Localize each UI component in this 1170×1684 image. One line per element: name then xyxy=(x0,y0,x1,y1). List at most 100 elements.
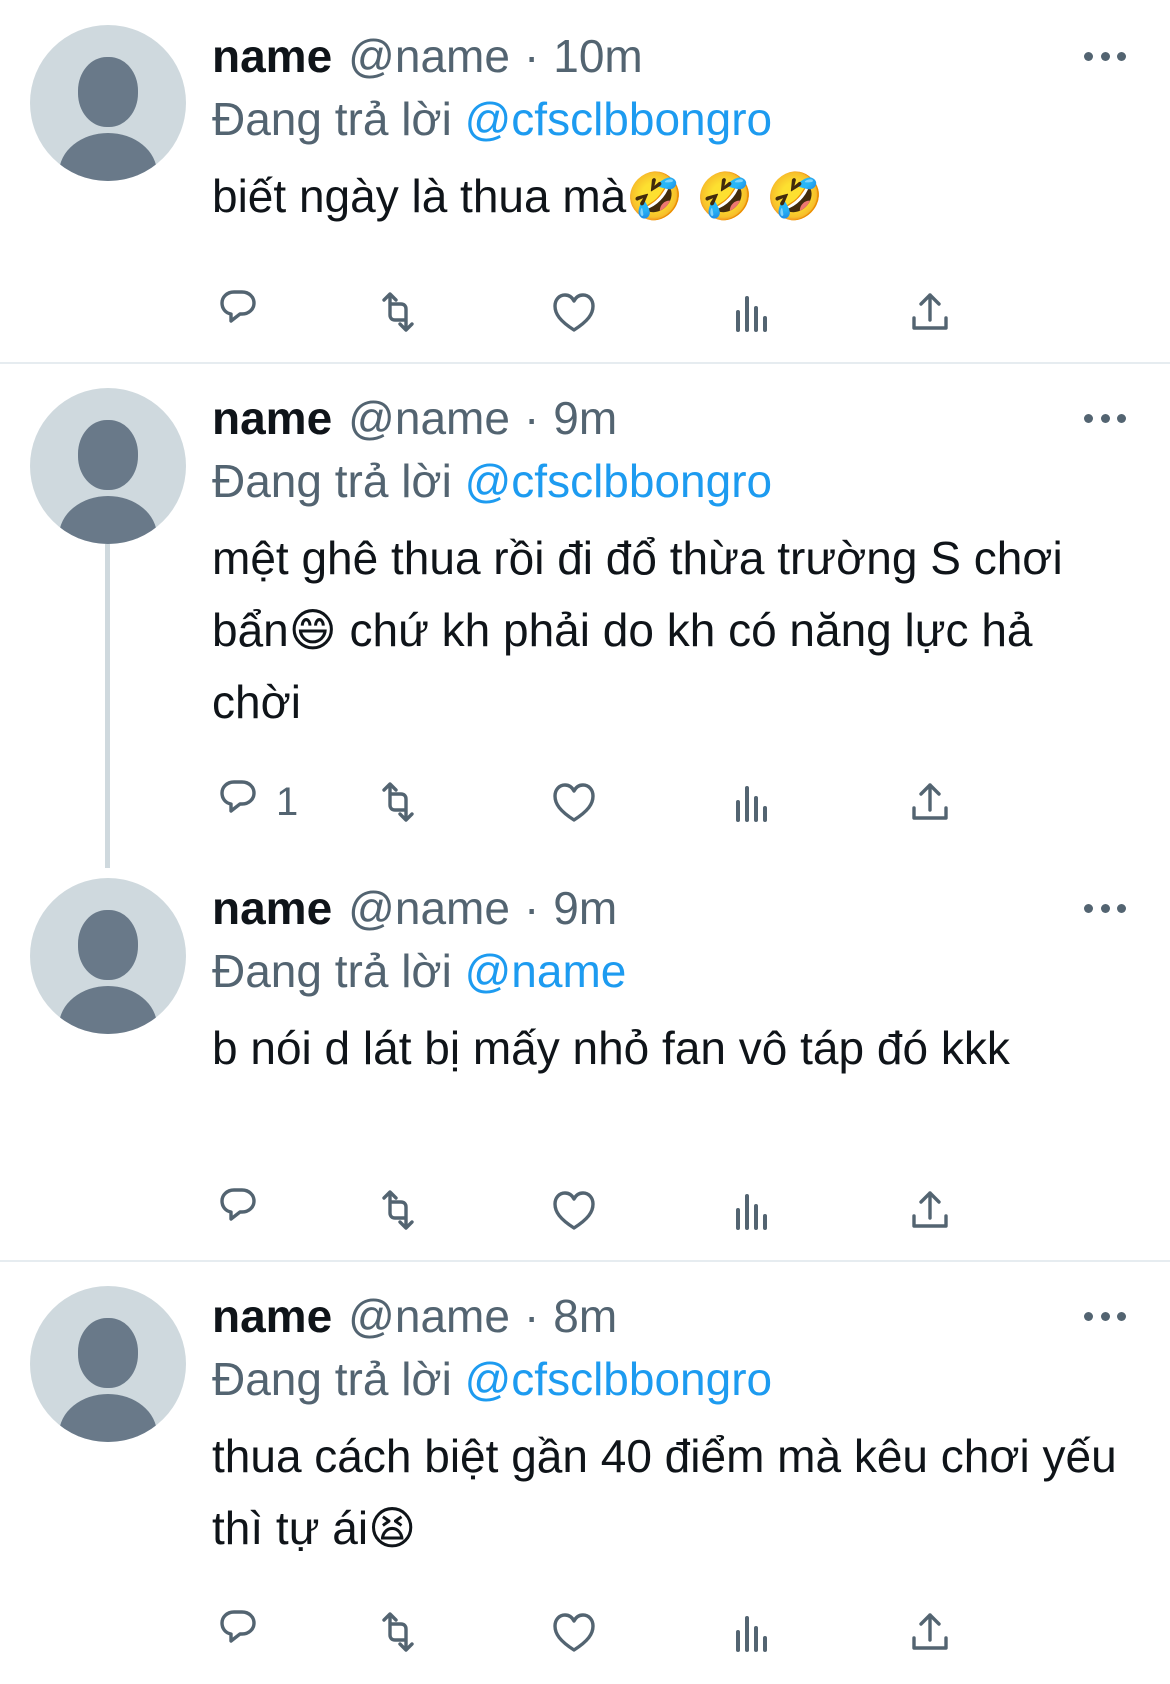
more-options-icon[interactable] xyxy=(1080,1298,1130,1334)
display-name[interactable]: name xyxy=(212,386,332,450)
tweet-3[interactable]: name @name · 9m Đang trả lời @name b nói… xyxy=(0,854,1170,1262)
retweet-button[interactable] xyxy=(372,772,424,832)
tweet-content: name @name · 8m Đang trả lời @cfsclbbong… xyxy=(212,1284,1130,1564)
thread-connector-line xyxy=(105,544,110,868)
retweet-button[interactable] xyxy=(372,282,424,342)
user-handle[interactable]: @name xyxy=(348,876,510,940)
more-options-icon[interactable] xyxy=(1080,400,1130,436)
tweet-content: name @name · 10m Đang trả lời @cfsclbbon… xyxy=(212,24,1130,232)
like-icon xyxy=(553,1191,595,1230)
reply-button[interactable] xyxy=(212,1602,264,1662)
avatar-body xyxy=(59,133,157,181)
display-name[interactable]: name xyxy=(212,876,332,940)
like-button[interactable] xyxy=(548,282,600,342)
more-options-icon[interactable] xyxy=(1080,890,1130,926)
share-button[interactable] xyxy=(904,282,956,342)
replying-to: Đang trả lời @cfsclbbongro xyxy=(212,1348,1130,1410)
like-icon xyxy=(553,783,595,822)
share-icon xyxy=(912,293,948,330)
timestamp[interactable]: 8m xyxy=(553,1284,617,1348)
tweet-header: name @name · 8m xyxy=(212,1284,1130,1348)
retweet-icon xyxy=(382,292,414,332)
like-button[interactable] xyxy=(548,772,600,832)
avatar-head xyxy=(78,910,138,980)
tweet-content: name @name · 9m Đang trả lời @cfsclbbong… xyxy=(212,386,1130,738)
avatar[interactable] xyxy=(30,1286,186,1442)
tweet-actions: 1 xyxy=(212,772,1032,832)
user-handle[interactable]: @name xyxy=(348,1284,510,1348)
analytics-button[interactable] xyxy=(726,1602,778,1662)
tweet-text: thua cách biệt gần 40 điểm mà kêu chơi y… xyxy=(212,1430,1130,1554)
reply-count: 1 xyxy=(276,779,299,824)
tweet-actions xyxy=(212,1180,1032,1240)
avatar-head xyxy=(78,1318,138,1388)
user-handle[interactable]: @name xyxy=(348,24,510,88)
tweet-4[interactable]: name @name · 8m Đang trả lời @cfsclbbong… xyxy=(0,1262,1170,1684)
reply-icon xyxy=(220,290,256,323)
analytics-icon xyxy=(736,1616,767,1652)
tweet-text: biết ngày là thua mà🤣 🤣 🤣 xyxy=(212,170,824,222)
tweet-feed: name @name · 10m Đang trả lời @cfsclbbon… xyxy=(0,0,1170,1684)
share-button[interactable] xyxy=(904,772,956,832)
separator-dot: · xyxy=(523,882,540,934)
retweet-icon xyxy=(382,1190,414,1230)
tweet-header: name @name · 9m xyxy=(212,876,1130,940)
tweet-text: mệt ghê thua rồi đi đổ thừa trường S chơ… xyxy=(212,532,1076,728)
tweet-header: name @name · 9m xyxy=(212,386,1130,450)
tweet-actions xyxy=(212,282,1032,342)
more-options-icon[interactable] xyxy=(1080,38,1130,74)
timestamp[interactable]: 10m xyxy=(553,24,642,88)
avatar[interactable] xyxy=(30,878,186,1034)
share-button[interactable] xyxy=(904,1180,956,1240)
reply-to-link[interactable]: @cfsclbbongro xyxy=(465,1353,773,1405)
reply-to-link[interactable]: @name xyxy=(465,945,627,997)
display-name[interactable]: name xyxy=(212,24,332,88)
retweet-icon xyxy=(382,1612,414,1652)
retweet-button[interactable] xyxy=(372,1180,424,1240)
avatar-head xyxy=(78,420,138,490)
replying-to: Đang trả lời @cfsclbbongro xyxy=(212,88,1130,150)
analytics-button[interactable] xyxy=(726,772,778,832)
analytics-icon xyxy=(736,296,767,332)
avatar-body xyxy=(59,1394,157,1442)
like-button[interactable] xyxy=(548,1180,600,1240)
separator-dot: · xyxy=(523,1290,540,1342)
like-button[interactable] xyxy=(548,1602,600,1662)
like-icon xyxy=(553,1613,595,1652)
analytics-button[interactable] xyxy=(726,282,778,342)
share-button[interactable] xyxy=(904,1602,956,1662)
tweet-actions xyxy=(212,1602,1032,1662)
tweet-text: b nói d lát bị mấy nhỏ fan vô táp đó kkk xyxy=(212,1022,1010,1074)
tweet-1[interactable]: name @name · 10m Đang trả lời @cfsclbbon… xyxy=(0,0,1170,364)
tweet-2[interactable]: name @name · 9m Đang trả lời @cfsclbbong… xyxy=(0,364,1170,868)
analytics-icon xyxy=(736,786,767,822)
avatar[interactable] xyxy=(30,388,186,544)
retweet-icon xyxy=(382,782,414,822)
reply-prefix: Đang trả lời xyxy=(212,945,452,997)
replying-to: Đang trả lời @cfsclbbongro xyxy=(212,450,1130,512)
like-icon xyxy=(553,293,595,332)
reply-button[interactable]: 1 xyxy=(212,772,298,832)
reply-prefix: Đang trả lời xyxy=(212,93,452,145)
avatar-body xyxy=(59,496,157,544)
separator-dot: · xyxy=(523,392,540,444)
reply-button[interactable] xyxy=(212,1180,264,1240)
user-handle[interactable]: @name xyxy=(348,386,510,450)
reply-icon xyxy=(220,1610,256,1643)
timestamp[interactable]: 9m xyxy=(553,386,617,450)
timestamp[interactable]: 9m xyxy=(553,876,617,940)
display-name[interactable]: name xyxy=(212,1284,332,1348)
reply-icon xyxy=(220,780,256,813)
avatar[interactable] xyxy=(30,25,186,181)
retweet-button[interactable] xyxy=(372,1602,424,1662)
share-icon xyxy=(912,783,948,820)
analytics-icon xyxy=(736,1194,767,1230)
reply-button[interactable] xyxy=(212,282,264,342)
share-icon xyxy=(912,1613,948,1650)
replying-to: Đang trả lời @name xyxy=(212,940,1130,1002)
reply-to-link[interactable]: @cfsclbbongro xyxy=(465,455,773,507)
avatar-body xyxy=(59,986,157,1034)
avatar-head xyxy=(78,57,138,127)
reply-to-link[interactable]: @cfsclbbongro xyxy=(465,93,773,145)
analytics-button[interactable] xyxy=(726,1180,778,1240)
